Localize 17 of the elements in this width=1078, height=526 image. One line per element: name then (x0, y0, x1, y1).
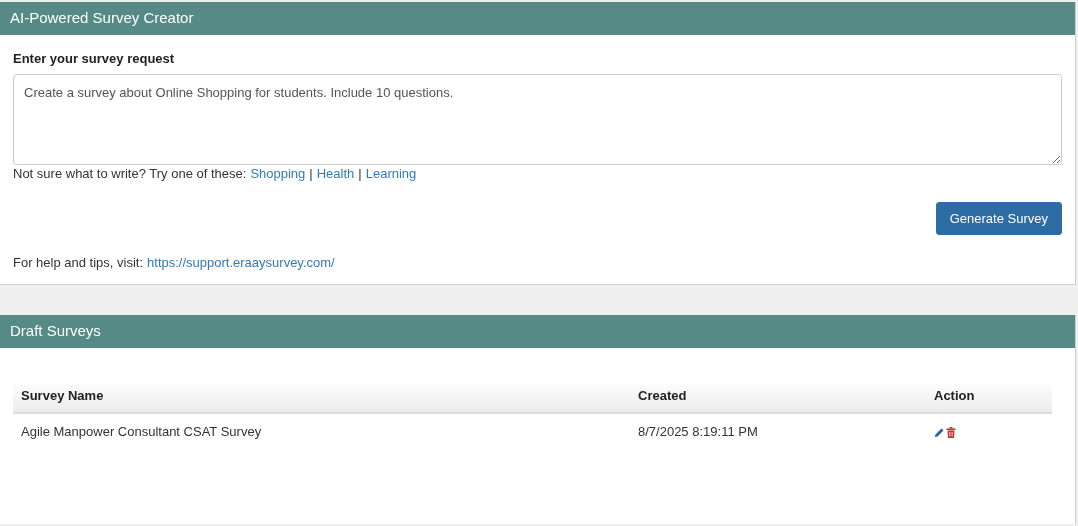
generate-button[interactable]: Generate Survey (935, 202, 1062, 235)
field-label: Enter your survey request (13, 50, 176, 68)
panel-header: Draft Surveys (0, 315, 1075, 348)
help-text: For help and tips, visit: (13, 254, 144, 272)
panel-header: AI-Powered Survey Creator (0, 2, 1075, 35)
separator: | (309, 165, 313, 184)
request-field[interactable]: Create a survey about Online Shopping for students. Include 10 questions. (13, 74, 1062, 165)
separator: | (358, 165, 362, 184)
suggestion-link[interactable]: Shopping (250, 164, 306, 184)
suggestion-link[interactable]: Learning (365, 164, 417, 184)
help-link[interactable]: https://support.eraaysurvey.com/ (147, 253, 335, 273)
table-cell: Agile Manpower Consultant CSAT Survey (13, 413, 630, 450)
suggestion-link[interactable]: Health (316, 164, 355, 184)
suggestion-prompt: Not sure what to write? Try one of these: (13, 165, 247, 184)
edit-icon[interactable] (934, 426, 945, 438)
delete-icon[interactable] (946, 426, 956, 438)
table-cell: 8/7/2025 8:19:11 PM (630, 413, 926, 450)
